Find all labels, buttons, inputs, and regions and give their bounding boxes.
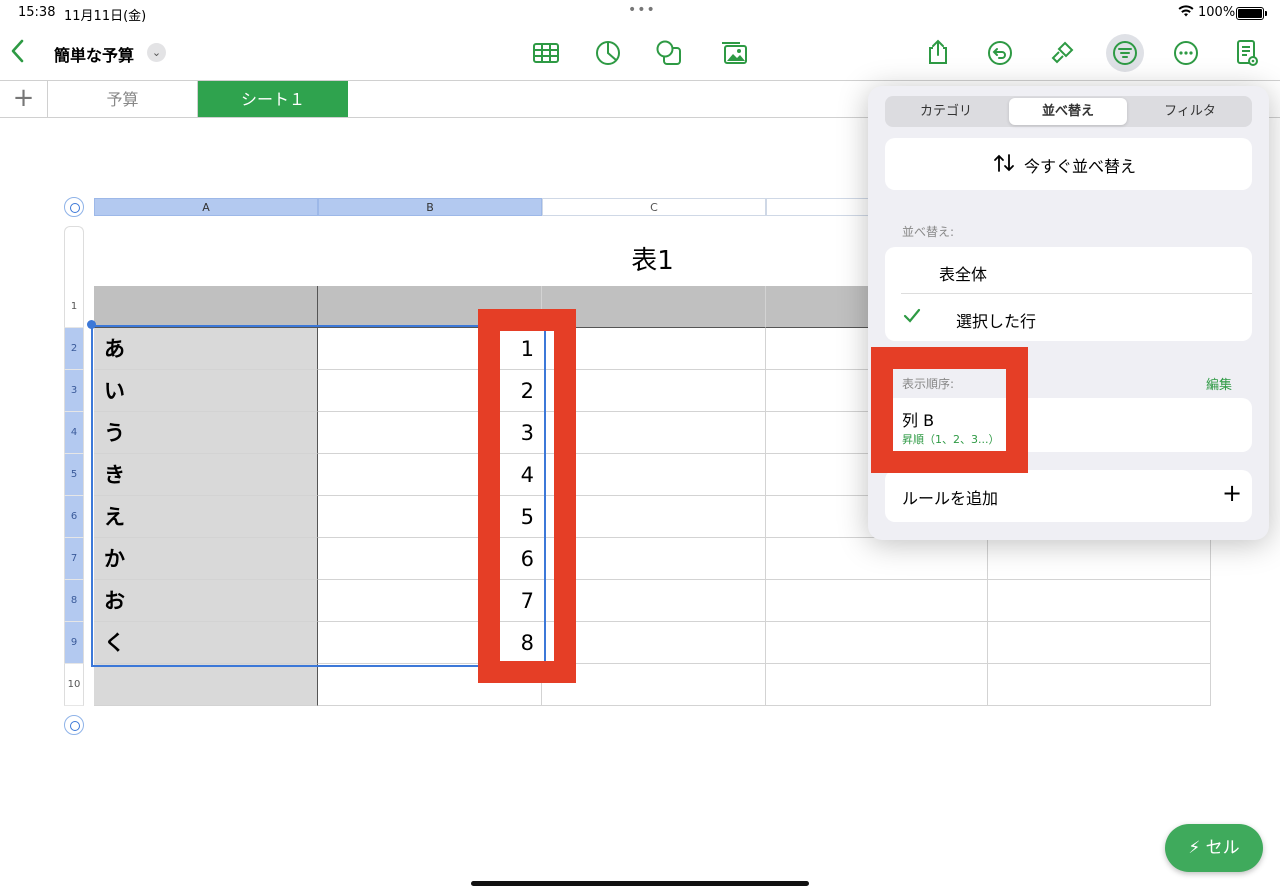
highlight-box-order	[871, 347, 1028, 473]
table-cell[interactable]	[988, 664, 1211, 706]
table-handle-icon[interactable]	[64, 197, 84, 217]
plus-icon: +	[1222, 479, 1243, 507]
sort-arrows-icon	[993, 153, 1015, 177]
scope-selected-rows[interactable]: 選択した行	[885, 294, 1252, 341]
table-icon[interactable]	[531, 38, 561, 68]
chevron-down-icon[interactable]: ⌄	[147, 43, 166, 62]
back-icon[interactable]	[10, 38, 26, 71]
sort-section-label: 並べ替え:	[902, 225, 955, 239]
toolbar: 簡単な予算 ⌄	[0, 26, 1280, 80]
cell-kana[interactable]: う	[94, 412, 318, 454]
row-header-9[interactable]: 9	[64, 622, 84, 664]
battery-icon	[1236, 7, 1267, 20]
share-icon[interactable]	[923, 37, 953, 67]
cell-button-label: セル	[1205, 838, 1240, 858]
chart-icon[interactable]	[593, 38, 623, 68]
cell-kana[interactable]: い	[94, 370, 318, 412]
home-indicator[interactable]	[471, 881, 809, 886]
multitasking-dots-icon[interactable]: •••	[628, 2, 656, 18]
add-rule-button[interactable]: ルールを追加 +	[885, 470, 1252, 522]
table-cell[interactable]	[766, 580, 988, 622]
lightning-icon: ⚡︎	[1188, 838, 1201, 858]
table-cell[interactable]	[766, 664, 988, 706]
popover-segmented-control: カテゴリ 並べ替え フィルタ	[885, 96, 1252, 127]
highlight-box-values	[478, 309, 576, 683]
table-cell[interactable]	[766, 622, 988, 664]
status-bar: 15:38 11月11日(金) ••• 100%	[0, 0, 1280, 26]
cell-kana[interactable]: え	[94, 496, 318, 538]
column-header-b[interactable]: B	[318, 198, 542, 216]
table-cell[interactable]	[94, 286, 318, 328]
row-header-8[interactable]: 8	[64, 580, 84, 622]
table-cell[interactable]	[988, 622, 1211, 664]
row-header-4[interactable]: 4	[64, 412, 84, 454]
selection-handle[interactable]	[87, 320, 96, 329]
sort-filter-button[interactable]	[1106, 34, 1144, 72]
row-header-10[interactable]: 10	[64, 664, 84, 706]
tab-sort[interactable]: 並べ替え	[1009, 98, 1127, 125]
row-header-2[interactable]: 2	[64, 328, 84, 370]
cell-kana[interactable]: く	[94, 622, 318, 664]
cell-kana[interactable]: か	[94, 538, 318, 580]
column-header-c[interactable]: C	[542, 198, 766, 216]
document-title[interactable]: 簡単な予算	[54, 42, 134, 66]
scope-whole-table[interactable]: 表全体	[901, 247, 1252, 294]
tab-sheet1[interactable]: シート１	[198, 81, 348, 117]
row-header-7[interactable]: 7	[64, 538, 84, 580]
row-header-1[interactable]: 1	[64, 286, 84, 328]
cell-kana[interactable]: き	[94, 454, 318, 496]
add-row-handle-icon[interactable]	[64, 715, 84, 735]
row-header-5[interactable]: 5	[64, 454, 84, 496]
table-cell[interactable]	[94, 664, 318, 706]
shape-icon[interactable]	[654, 38, 684, 68]
status-date: 11月11日(金)	[64, 9, 147, 24]
tab-filter[interactable]: フィルタ	[1131, 98, 1249, 125]
sort-scope-list: 表全体 選択した行	[885, 247, 1252, 341]
sort-filter-icon	[1110, 38, 1140, 68]
add-rule-label: ルールを追加	[902, 489, 999, 508]
table-cell[interactable]	[766, 538, 988, 580]
row-header-3[interactable]: 3	[64, 370, 84, 412]
checkmark-icon	[902, 306, 922, 330]
table-cell[interactable]	[988, 580, 1211, 622]
battery-percentage: 100%	[1198, 5, 1236, 20]
view-icon[interactable]	[1232, 38, 1262, 68]
sort-now-label: 今すぐ並べ替え	[1024, 157, 1137, 176]
row-header-top	[64, 226, 84, 286]
status-time: 15:38	[18, 5, 56, 20]
add-sheet-button[interactable]: +	[0, 81, 48, 117]
media-icon[interactable]	[719, 38, 749, 68]
sort-now-button[interactable]: 今すぐ並べ替え	[885, 138, 1252, 190]
cell-kana[interactable]: お	[94, 580, 318, 622]
table-cell[interactable]	[988, 538, 1211, 580]
column-header-d[interactable]	[766, 198, 876, 216]
scope-whole-label: 表全体	[939, 265, 988, 284]
wifi-icon	[1178, 5, 1194, 21]
row-header-6[interactable]: 6	[64, 496, 84, 538]
undo-icon[interactable]	[985, 38, 1015, 68]
edit-button[interactable]: 編集	[1206, 374, 1232, 393]
cell-format-button[interactable]: ⚡︎ セル	[1165, 824, 1263, 872]
tab-budget[interactable]: 予算	[48, 81, 198, 117]
scope-selected-label: 選択した行	[956, 312, 1037, 331]
brush-icon[interactable]	[1047, 38, 1077, 68]
more-icon[interactable]	[1171, 38, 1201, 68]
column-header-a[interactable]: A	[94, 198, 318, 216]
tab-category[interactable]: カテゴリ	[887, 98, 1005, 125]
cell-kana[interactable]: あ	[94, 328, 318, 370]
